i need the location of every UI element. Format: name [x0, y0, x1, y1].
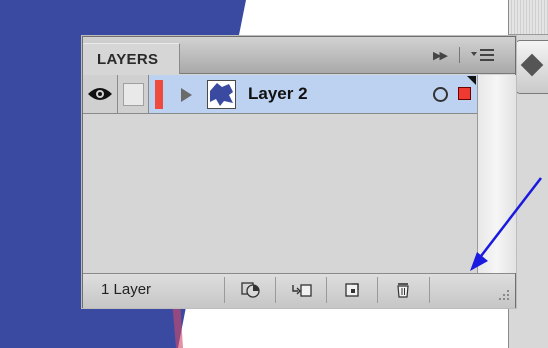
tool-button[interactable] — [515, 40, 548, 94]
make-clipping-mask-button[interactable] — [224, 277, 276, 303]
layer-name[interactable]: Layer 2 — [248, 84, 308, 104]
delete-layer-button[interactable] — [377, 277, 430, 303]
layer-color-swatch — [155, 80, 163, 109]
panel-menu-icon[interactable] — [471, 47, 497, 63]
lock-toggle[interactable] — [118, 75, 149, 113]
lock-empty-icon — [123, 83, 144, 106]
layer-row[interactable]: Layer 2 — [83, 75, 477, 114]
tab-layers-label: LAYERS — [97, 51, 159, 68]
tool-icon — [520, 53, 544, 77]
resize-grip-icon[interactable] — [497, 288, 511, 302]
layer-count-label: 1 Layer — [101, 281, 152, 298]
new-layer-icon — [345, 283, 359, 297]
panel-grip-strip[interactable] — [509, 0, 548, 35]
selection-indicator-icon[interactable] — [458, 87, 471, 100]
create-new-layer-button[interactable] — [326, 277, 378, 303]
thumbnail-artwork-icon — [210, 83, 233, 106]
sublayer-icon — [292, 284, 312, 297]
selected-corner-icon — [467, 76, 476, 85]
target-circle-icon[interactable] — [433, 87, 448, 102]
collapse-double-arrow-icon[interactable]: ▶▶ — [433, 49, 448, 62]
eye-icon — [88, 88, 112, 100]
layers-panel: LAYERS ▶▶ Layer 2 1 Layer — [82, 36, 516, 308]
clipping-mask-icon — [241, 282, 260, 298]
panel-footer: 1 Layer — [83, 273, 515, 308]
titlebar-divider — [459, 47, 460, 63]
layer-thumbnail — [207, 80, 236, 109]
panel-titlebar[interactable]: LAYERS ▶▶ — [83, 37, 515, 74]
visibility-toggle[interactable] — [83, 75, 118, 113]
vertical-scrollbar[interactable] — [477, 75, 516, 273]
tab-layers[interactable]: LAYERS — [83, 43, 180, 74]
create-sublayer-button[interactable] — [275, 277, 327, 303]
expand-triangle-icon[interactable] — [181, 88, 192, 102]
trash-icon — [397, 283, 409, 298]
